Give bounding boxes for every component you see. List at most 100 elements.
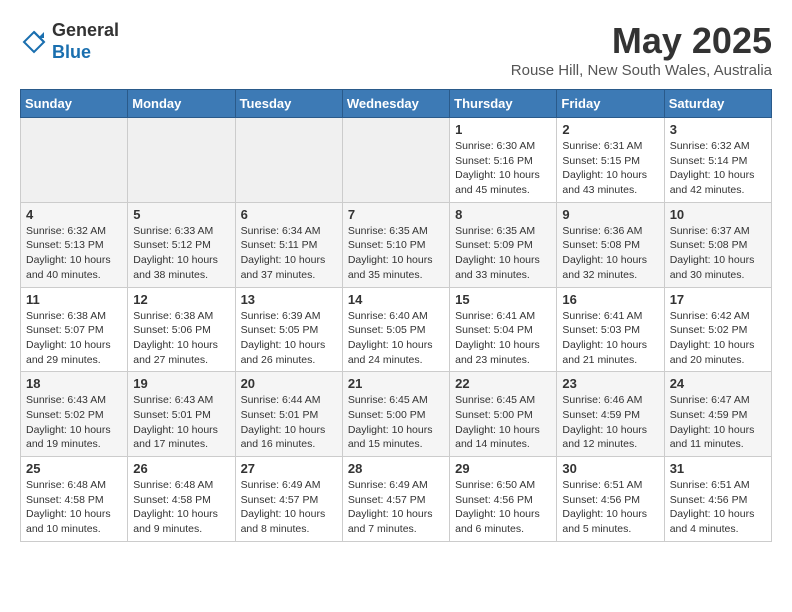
day-number: 9 bbox=[562, 207, 658, 222]
calendar-cell: 31 Sunrise: 6:51 AM Sunset: 4:56 PM Dayli… bbox=[664, 457, 771, 542]
calendar-cell: 16 Sunrise: 6:41 AM Sunset: 5:03 PM Dayli… bbox=[557, 287, 664, 372]
calendar-cell: 12Sunrise: 6:38 AM Sunset: 5:06 PM Dayli… bbox=[128, 287, 235, 372]
header-sunday: Sunday bbox=[21, 90, 128, 118]
day-number: 24 bbox=[670, 376, 766, 391]
day-info: Sunrise: 6:51 AM Sunset: 4:56 PM Dayligh… bbox=[562, 478, 658, 537]
day-number: 28 bbox=[348, 461, 444, 476]
day-info: Sunrise: 6:39 AM Sunset: 5:05 PM Dayligh… bbox=[241, 309, 337, 368]
day-info: Sunrise: 6:51 AM Sunset: 4:56 PM Dayligh… bbox=[670, 478, 766, 537]
day-number: 17 bbox=[670, 292, 766, 307]
day-number: 2 bbox=[562, 122, 658, 137]
day-info: Sunrise: 6:38 AM Sunset: 5:07 PM Dayligh… bbox=[26, 309, 122, 368]
day-number: 1 bbox=[455, 122, 551, 137]
header-wednesday: Wednesday bbox=[342, 90, 449, 118]
logo-general: General bbox=[52, 20, 119, 42]
day-info: Sunrise: 6:43 AM Sunset: 5:02 PM Dayligh… bbox=[26, 393, 122, 452]
week-row-2: 4 Sunrise: 6:32 AM Sunset: 5:13 PM Daylig… bbox=[21, 202, 772, 287]
day-info: Sunrise: 6:32 AM Sunset: 5:14 PM Dayligh… bbox=[670, 139, 766, 198]
calendar-header: Sunday Monday Tuesday Wednesday Thursday… bbox=[21, 90, 772, 118]
calendar-cell: 26 Sunrise: 6:48 AM Sunset: 4:58 PM Dayli… bbox=[128, 457, 235, 542]
day-info: Sunrise: 6:50 AM Sunset: 4:56 PM Dayligh… bbox=[455, 478, 551, 537]
day-info: Sunrise: 6:48 AM Sunset: 4:58 PM Dayligh… bbox=[133, 478, 229, 537]
day-number: 3 bbox=[670, 122, 766, 137]
day-info: Sunrise: 6:49 AM Sunset: 4:57 PM Dayligh… bbox=[241, 478, 337, 537]
header-saturday: Saturday bbox=[664, 90, 771, 118]
day-number: 31 bbox=[670, 461, 766, 476]
day-number: 27 bbox=[241, 461, 337, 476]
calendar-cell: 7 Sunrise: 6:35 AM Sunset: 5:10 PM Daylig… bbox=[342, 202, 449, 287]
day-info: Sunrise: 6:33 AM Sunset: 5:12 PM Dayligh… bbox=[133, 224, 229, 283]
location: Rouse Hill, New South Wales, Australia bbox=[511, 62, 772, 79]
day-number: 6 bbox=[241, 207, 337, 222]
day-number: 20 bbox=[241, 376, 337, 391]
week-row-3: 11 Sunrise: 6:38 AM Sunset: 5:07 PM Dayli… bbox=[21, 287, 772, 372]
calendar-cell bbox=[21, 118, 128, 203]
day-info: Sunrise: 6:41 AM Sunset: 5:04 PM Dayligh… bbox=[455, 309, 551, 368]
calendar-table: Sunday Monday Tuesday Wednesday Thursday… bbox=[20, 89, 772, 542]
day-info: Sunrise: 6:31 AM Sunset: 5:15 PM Dayligh… bbox=[562, 139, 658, 198]
calendar-cell: 15Sunrise: 6:41 AM Sunset: 5:04 PM Dayli… bbox=[450, 287, 557, 372]
calendar-cell: 9 Sunrise: 6:36 AM Sunset: 5:08 PM Daylig… bbox=[557, 202, 664, 287]
day-info: Sunrise: 6:45 AM Sunset: 5:00 PM Dayligh… bbox=[348, 393, 444, 452]
day-number: 23 bbox=[562, 376, 658, 391]
day-number: 13 bbox=[241, 292, 337, 307]
calendar-cell: 6 Sunrise: 6:34 AM Sunset: 5:11 PM Daylig… bbox=[235, 202, 342, 287]
day-info: Sunrise: 6:35 AM Sunset: 5:09 PM Dayligh… bbox=[455, 224, 551, 283]
week-row-5: 25 Sunrise: 6:48 AM Sunset: 4:58 PM Dayli… bbox=[21, 457, 772, 542]
calendar-cell: 18Sunrise: 6:43 AM Sunset: 5:02 PM Dayli… bbox=[21, 372, 128, 457]
day-number: 29 bbox=[455, 461, 551, 476]
day-info: Sunrise: 6:38 AM Sunset: 5:06 PM Dayligh… bbox=[133, 309, 229, 368]
day-number: 16 bbox=[562, 292, 658, 307]
calendar-cell bbox=[342, 118, 449, 203]
calendar-cell: 24Sunrise: 6:47 AM Sunset: 4:59 PM Dayli… bbox=[664, 372, 771, 457]
day-info: Sunrise: 6:37 AM Sunset: 5:08 PM Dayligh… bbox=[670, 224, 766, 283]
calendar-cell: 14 Sunrise: 6:40 AM Sunset: 5:05 PM Dayli… bbox=[342, 287, 449, 372]
header-monday: Monday bbox=[128, 90, 235, 118]
calendar-cell: 28 Sunrise: 6:49 AM Sunset: 4:57 PM Dayli… bbox=[342, 457, 449, 542]
day-info: Sunrise: 6:36 AM Sunset: 5:08 PM Dayligh… bbox=[562, 224, 658, 283]
day-number: 11 bbox=[26, 292, 122, 307]
logo-blue: Blue bbox=[52, 42, 119, 64]
header-thursday: Thursday bbox=[450, 90, 557, 118]
day-number: 14 bbox=[348, 292, 444, 307]
day-info: Sunrise: 6:30 AM Sunset: 5:16 PM Dayligh… bbox=[455, 139, 551, 198]
day-number: 26 bbox=[133, 461, 229, 476]
day-number: 30 bbox=[562, 461, 658, 476]
calendar-cell: 20Sunrise: 6:44 AM Sunset: 5:01 PM Dayli… bbox=[235, 372, 342, 457]
day-info: Sunrise: 6:35 AM Sunset: 5:10 PM Dayligh… bbox=[348, 224, 444, 283]
logo-icon bbox=[20, 28, 48, 56]
day-info: Sunrise: 6:32 AM Sunset: 5:13 PM Dayligh… bbox=[26, 224, 122, 283]
calendar-cell: 22 Sunrise: 6:45 AM Sunset: 5:00 PM Dayli… bbox=[450, 372, 557, 457]
calendar-cell: 3 Sunrise: 6:32 AM Sunset: 5:14 PM Daylig… bbox=[664, 118, 771, 203]
day-number: 10 bbox=[670, 207, 766, 222]
logo-text: General Blue bbox=[52, 20, 119, 63]
calendar-cell: 8 Sunrise: 6:35 AM Sunset: 5:09 PM Daylig… bbox=[450, 202, 557, 287]
week-row-4: 18Sunrise: 6:43 AM Sunset: 5:02 PM Dayli… bbox=[21, 372, 772, 457]
day-info: Sunrise: 6:40 AM Sunset: 5:05 PM Dayligh… bbox=[348, 309, 444, 368]
calendar-cell: 5Sunrise: 6:33 AM Sunset: 5:12 PM Daylig… bbox=[128, 202, 235, 287]
calendar-cell: 2 Sunrise: 6:31 AM Sunset: 5:15 PM Daylig… bbox=[557, 118, 664, 203]
day-number: 19 bbox=[133, 376, 229, 391]
day-info: Sunrise: 6:41 AM Sunset: 5:03 PM Dayligh… bbox=[562, 309, 658, 368]
calendar-cell: 17Sunrise: 6:42 AM Sunset: 5:02 PM Dayli… bbox=[664, 287, 771, 372]
month-title: May 2025 bbox=[511, 20, 772, 62]
calendar-cell: 13 Sunrise: 6:39 AM Sunset: 5:05 PM Dayli… bbox=[235, 287, 342, 372]
day-number: 8 bbox=[455, 207, 551, 222]
calendar-cell: 29 Sunrise: 6:50 AM Sunset: 4:56 PM Dayli… bbox=[450, 457, 557, 542]
day-number: 25 bbox=[26, 461, 122, 476]
day-number: 22 bbox=[455, 376, 551, 391]
calendar-cell bbox=[235, 118, 342, 203]
day-info: Sunrise: 6:45 AM Sunset: 5:00 PM Dayligh… bbox=[455, 393, 551, 452]
day-number: 7 bbox=[348, 207, 444, 222]
header-tuesday: Tuesday bbox=[235, 90, 342, 118]
day-number: 21 bbox=[348, 376, 444, 391]
day-info: Sunrise: 6:46 AM Sunset: 4:59 PM Dayligh… bbox=[562, 393, 658, 452]
page-header: General Blue May 2025 Rouse Hill, New So… bbox=[20, 20, 772, 79]
day-number: 4 bbox=[26, 207, 122, 222]
title-block: May 2025 Rouse Hill, New South Wales, Au… bbox=[511, 20, 772, 79]
logo: General Blue bbox=[20, 20, 119, 63]
week-row-1: 1 Sunrise: 6:30 AM Sunset: 5:16 PM Daylig… bbox=[21, 118, 772, 203]
day-info: Sunrise: 6:49 AM Sunset: 4:57 PM Dayligh… bbox=[348, 478, 444, 537]
day-info: Sunrise: 6:48 AM Sunset: 4:58 PM Dayligh… bbox=[26, 478, 122, 537]
day-info: Sunrise: 6:34 AM Sunset: 5:11 PM Dayligh… bbox=[241, 224, 337, 283]
